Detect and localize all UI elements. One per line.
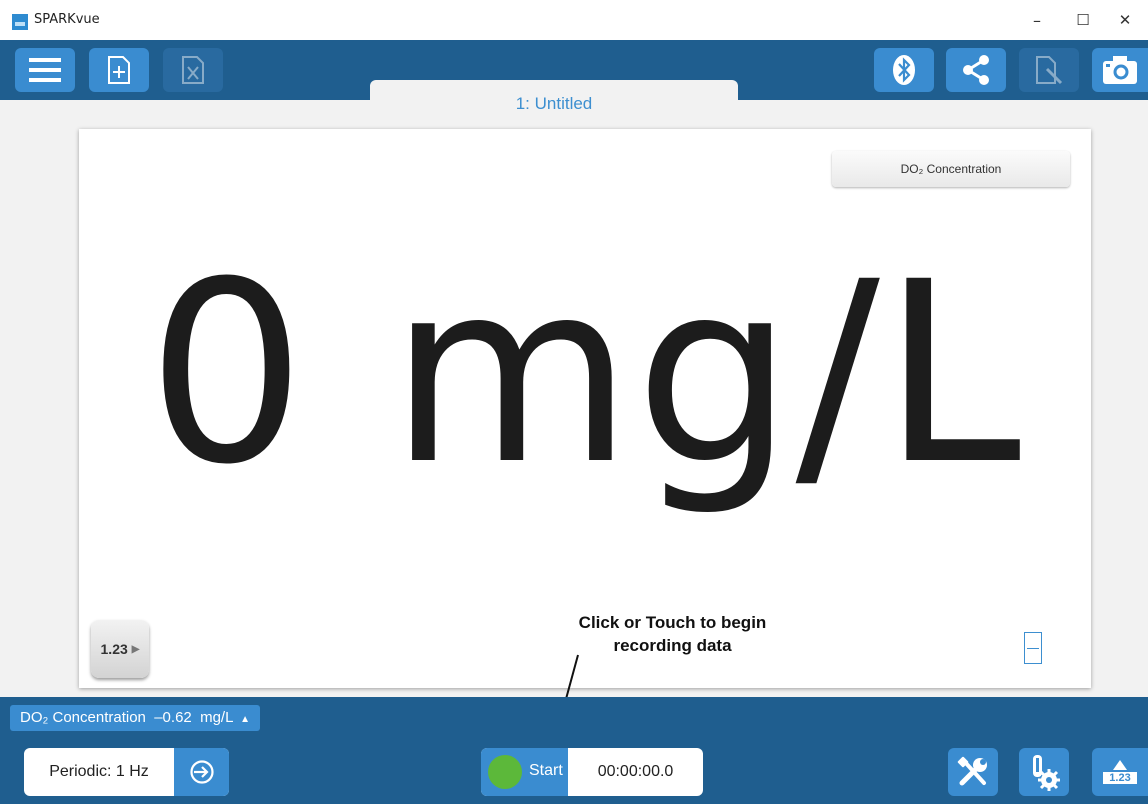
- bluetooth-button[interactable]: [874, 48, 934, 92]
- triangle-up-icon: [1112, 760, 1127, 770]
- bluetooth-icon: [893, 55, 915, 85]
- sampling-mode-icon: [189, 760, 214, 784]
- play-arrow-icon: ▶: [131, 643, 140, 655]
- hardware-setup-button[interactable]: [1019, 748, 1069, 796]
- delete-page-icon: [182, 56, 204, 84]
- live-sensor-value[interactable]: DO₂ Concentration –0.62 mg/L ▲: [10, 705, 260, 731]
- digits-display-card: DO₂ Concentration 0 mg/L 1.23 ▶: [79, 129, 1091, 688]
- camera-icon: [1103, 56, 1137, 84]
- live-sensor-text: DO₂ Concentration –0.62 mg/L: [20, 709, 233, 726]
- menu-button[interactable]: [15, 48, 75, 92]
- display-options-button[interactable]: 1.23 ▶: [91, 620, 149, 678]
- tools-icon: [957, 756, 987, 786]
- camera-button[interactable]: [1092, 48, 1148, 92]
- record-indicator-icon: [488, 755, 522, 789]
- data-digits-label: 1.23: [1103, 772, 1137, 784]
- title-bar: SPARKvue – ☐ ✕: [0, 0, 1148, 40]
- annotation-callout: Click or Touch to begin recording data: [540, 611, 805, 657]
- sampling-mode-button[interactable]: [174, 748, 229, 796]
- sampling-rate-label[interactable]: Periodic: 1 Hz: [24, 748, 174, 796]
- annotate-icon: [1036, 56, 1063, 85]
- resize-handle[interactable]: [1024, 632, 1042, 664]
- experiment-controls-bar: Periodic: 1 Hz Start 00:00:00.0 1.23: [0, 737, 1148, 804]
- measurement-selector[interactable]: DO₂ Concentration: [832, 151, 1070, 187]
- delete-page-button[interactable]: [163, 48, 223, 92]
- annotate-button[interactable]: [1019, 48, 1079, 92]
- display-options-label: 1.23: [100, 641, 128, 657]
- page-tab-label: 1: Untitled: [515, 94, 593, 113]
- start-button-label: Start: [529, 762, 563, 779]
- share-icon: [963, 55, 989, 85]
- minimize-button[interactable]: –: [1014, 6, 1060, 34]
- page-tab[interactable]: 1: Untitled: [370, 80, 738, 128]
- sensor-settings-icon: [1033, 755, 1060, 791]
- app-logo: [12, 14, 28, 30]
- data-digits-icon: 1.23: [1103, 760, 1137, 784]
- annotation-line-2: recording data: [613, 636, 732, 655]
- elapsed-timer: 00:00:00.0: [597, 763, 674, 780]
- share-button[interactable]: [946, 48, 1006, 92]
- digits-reading: 0 mg/L: [146, 228, 1024, 519]
- start-button[interactable]: Start: [481, 748, 568, 796]
- window-title: SPARKvue: [34, 12, 100, 27]
- expand-up-icon: ▲: [240, 714, 250, 725]
- sensor-status-bar: DO₂ Concentration –0.62 mg/L ▲: [0, 697, 1148, 737]
- record-group: Start 00:00:00.0: [481, 748, 703, 796]
- sampling-rate-group: Periodic: 1 Hz: [24, 748, 229, 796]
- annotation-line-1: Click or Touch to begin: [578, 613, 767, 632]
- close-button[interactable]: ✕: [1102, 6, 1148, 34]
- new-page-icon: [108, 56, 130, 84]
- menu-icon: [29, 58, 61, 82]
- new-page-button[interactable]: [89, 48, 149, 92]
- tools-button[interactable]: [948, 748, 998, 796]
- data-digits-button[interactable]: 1.23: [1092, 748, 1148, 796]
- maximize-button[interactable]: ☐: [1060, 6, 1106, 34]
